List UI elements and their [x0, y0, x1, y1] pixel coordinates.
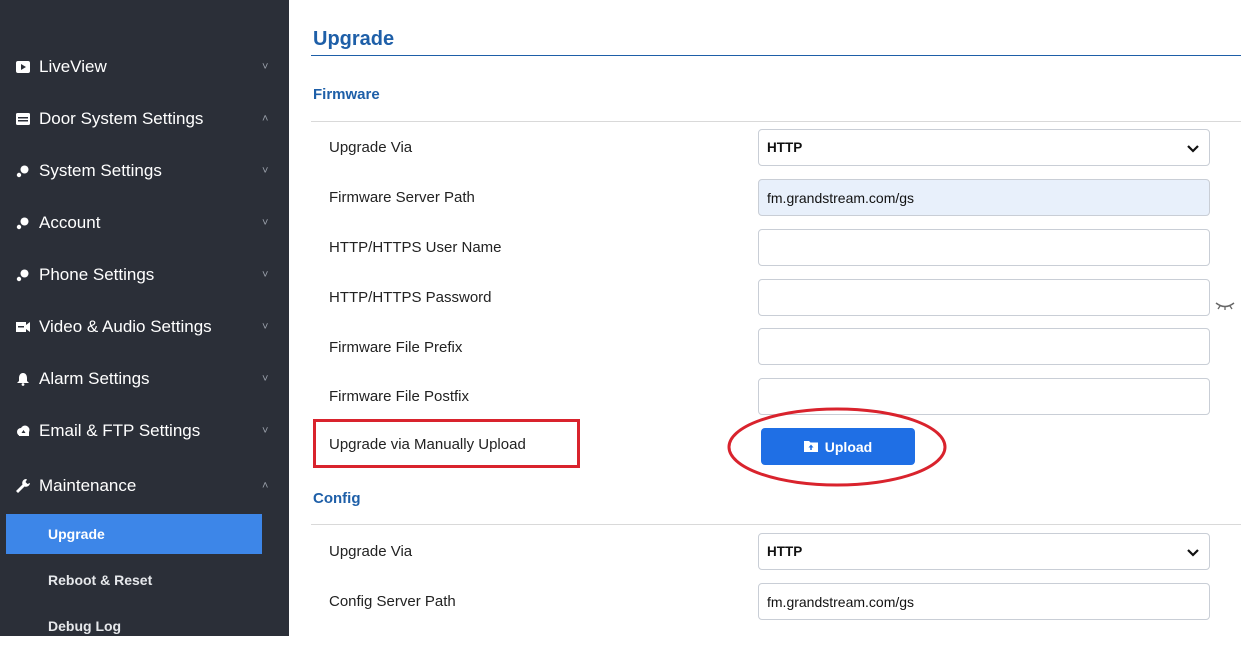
- chevron-down-icon: ˅: [262, 269, 269, 281]
- chevron-down-icon: ˅: [262, 217, 269, 229]
- chevron-down-icon: ˅: [262, 165, 269, 177]
- section-title-config: Config: [313, 490, 361, 507]
- sidebar-item-label: Phone Settings: [39, 265, 155, 284]
- section-divider: [311, 121, 1241, 122]
- user-name-field[interactable]: [758, 229, 1210, 266]
- sidebar-item-email-ftp-settings[interactable]: Email & FTP Settings ˅: [0, 405, 289, 457]
- sidebar-item-video-audio-settings[interactable]: Video & Audio Settings ˅: [0, 301, 289, 353]
- door-panel-icon: [14, 113, 32, 125]
- sidebar-item-liveview[interactable]: LiveView ˅: [0, 41, 289, 93]
- gear-icon: [14, 268, 32, 282]
- select-value: HTTP: [767, 544, 803, 559]
- sidebar-item-label: System Settings: [39, 161, 162, 180]
- sidebar-subitem-debug-log[interactable]: Debug Log: [0, 606, 289, 646]
- sidebar-item-label: Maintenance: [39, 476, 137, 495]
- firmware-server-path-field[interactable]: fm.grandstream.com/gs: [758, 179, 1210, 216]
- bell-icon: [14, 372, 32, 386]
- sidebar-item-door-system-settings[interactable]: Door System Settings ˄: [0, 93, 289, 145]
- config-upgrade-via-label: Upgrade Via: [329, 543, 413, 560]
- config-server-path-field[interactable]: fm.grandstream.com/gs: [758, 583, 1210, 620]
- video-icon: [14, 61, 32, 73]
- manual-upload-label: Upgrade via Manually Upload: [329, 436, 526, 453]
- sidebar-subitem-upgrade[interactable]: Upgrade: [6, 514, 262, 554]
- firmware-prefix-label: Firmware File Prefix: [329, 339, 463, 356]
- sidebar-item-alarm-settings[interactable]: Alarm Settings ˅: [0, 353, 289, 405]
- chevron-down-icon: ˅: [262, 373, 269, 385]
- sidebar-item-label: Alarm Settings: [39, 369, 150, 388]
- chevron-down-icon: ˅: [262, 61, 269, 73]
- chevron-up-icon: ˄: [262, 480, 269, 492]
- config-upgrade-via-select[interactable]: HTTP: [758, 533, 1210, 570]
- sidebar-subitem-reboot-reset[interactable]: Reboot & Reset: [0, 560, 289, 600]
- section-title-firmware: Firmware: [313, 86, 380, 103]
- annotation-red-ellipse: [727, 407, 947, 487]
- eye-closed-icon[interactable]: [1214, 298, 1236, 316]
- password-label: HTTP/HTTPS Password: [329, 289, 492, 306]
- sidebar-item-label: LiveView: [39, 57, 107, 76]
- sidebar-item-phone-settings[interactable]: Phone Settings ˅: [0, 249, 289, 301]
- av-icon: [14, 321, 32, 333]
- sidebar-subitem-label: Reboot & Reset: [48, 572, 153, 588]
- select-value: HTTP: [767, 140, 803, 155]
- upgrade-via-label: Upgrade Via: [329, 139, 413, 156]
- chevron-up-icon: ˄: [262, 113, 269, 125]
- firmware-upgrade-via-select[interactable]: HTTP: [758, 129, 1210, 166]
- section-divider: [311, 524, 1241, 525]
- sidebar-item-label: Email & FTP Settings: [39, 421, 201, 440]
- firmware-postfix-label: Firmware File Postfix: [329, 388, 470, 405]
- sidebar-subitem-label: Debug Log: [48, 618, 122, 634]
- page-title: Upgrade: [313, 28, 395, 50]
- gear-icon: [14, 216, 32, 230]
- wrench-icon: [14, 478, 32, 494]
- main-content: Upgrade Firmware Upgrade Via HTTP Firmwa…: [311, 0, 1252, 636]
- firmware-server-path-label: Firmware Server Path: [329, 189, 475, 206]
- gear-icon: [14, 164, 32, 178]
- chevron-down-icon: [1187, 140, 1199, 156]
- sidebar-subitem-label: Upgrade: [48, 526, 105, 542]
- sidebar-item-maintenance[interactable]: Maintenance ˄: [0, 460, 289, 512]
- sidebar-item-system-settings[interactable]: System Settings ˅: [0, 145, 289, 197]
- cloud-icon: [14, 425, 32, 437]
- chevron-down-icon: ˅: [262, 321, 269, 333]
- sidebar-item-label: Account: [39, 213, 101, 232]
- firmware-prefix-field[interactable]: [758, 328, 1210, 365]
- password-field[interactable]: [758, 279, 1210, 316]
- sidebar-item-label: Video & Audio Settings: [39, 317, 212, 336]
- title-divider: [311, 55, 1241, 56]
- chevron-down-icon: [1187, 544, 1199, 560]
- user-name-label: HTTP/HTTPS User Name: [329, 239, 502, 256]
- config-server-path-label: Config Server Path: [329, 593, 456, 610]
- sidebar-item-label: Door System Settings: [39, 109, 204, 128]
- sidebar-item-account[interactable]: Account ˅: [0, 197, 289, 249]
- chevron-down-icon: ˅: [262, 425, 269, 437]
- sidebar: LiveView ˅ Door System Settings ˄ System…: [0, 0, 289, 636]
